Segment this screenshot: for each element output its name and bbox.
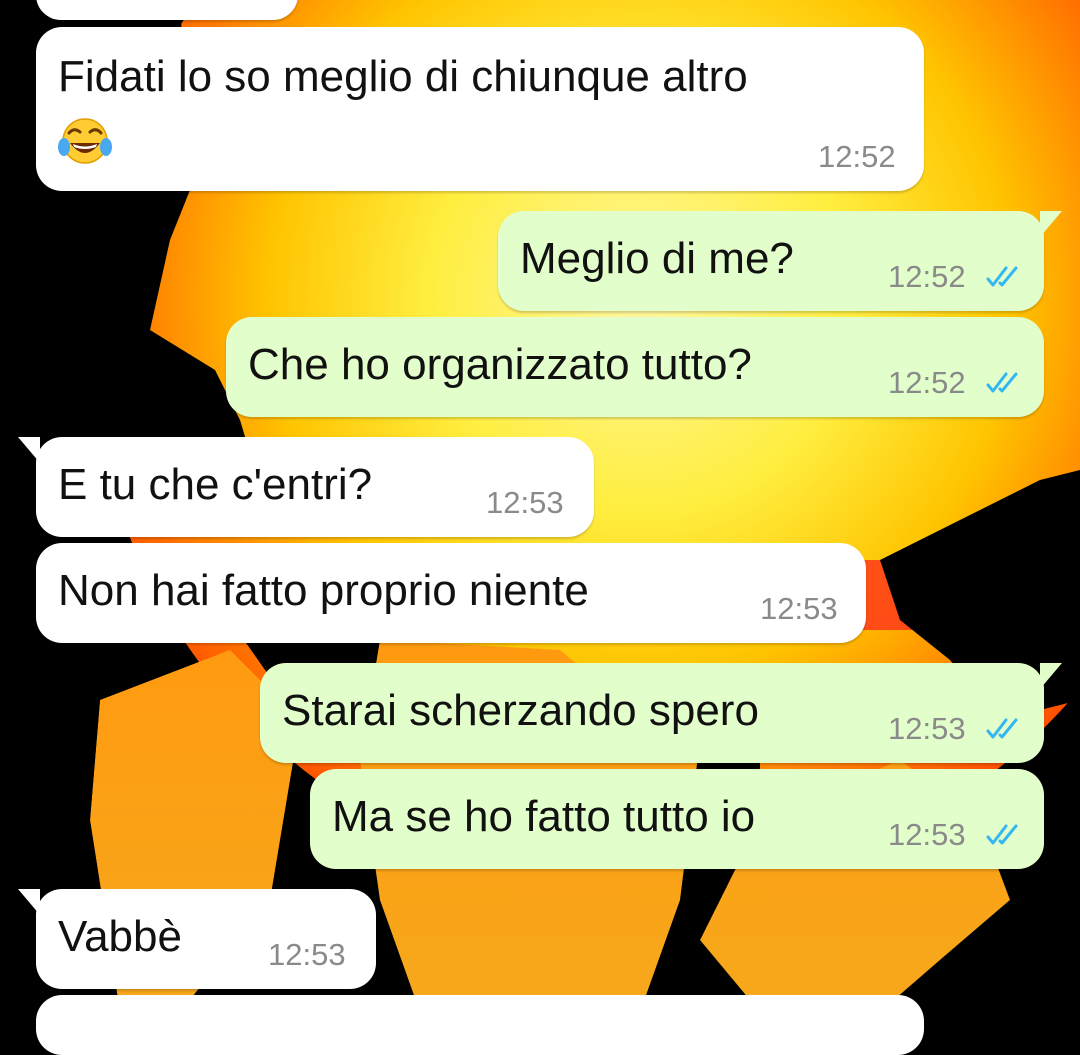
message-bubble-outgoing[interactable]: Che ho organizzato tutto? 12:52 bbox=[226, 317, 1044, 417]
face-with-tears-of-joy-icon bbox=[58, 118, 112, 164]
message-text: Non hai fatto proprio niente bbox=[58, 566, 589, 615]
message-bubble-outgoing[interactable]: Meglio di me? 12:52 bbox=[498, 211, 1062, 311]
message-bubble-outgoing[interactable]: Starai scherzando spero 12:53 bbox=[260, 663, 1062, 763]
message-text: Fidati lo so meglio di chiunque altro bbox=[58, 52, 748, 101]
message-timestamp: 12:52 bbox=[818, 139, 896, 174]
read-receipt-icon bbox=[986, 824, 1018, 845]
message-timestamp: 12:53 bbox=[760, 591, 838, 626]
message-text: Meglio di me? bbox=[520, 234, 794, 283]
message-timestamp: 12:53 bbox=[888, 817, 966, 852]
message-text: Vabbè bbox=[58, 912, 182, 961]
message-text: Che ho organizzato tutto? bbox=[248, 340, 752, 389]
message-bubble-incoming[interactable]: E tu che c'entri? 12:53 bbox=[18, 437, 594, 537]
read-receipt-icon bbox=[986, 266, 1018, 287]
message-text: E tu che c'entri? bbox=[58, 460, 373, 509]
message-bubble-incoming[interactable]: Fidati lo so meglio di chiunque altro 12… bbox=[36, 27, 924, 191]
message-bubble-outgoing[interactable]: Ma se ho fatto tutto io 12:53 bbox=[310, 769, 1044, 869]
message-bubble-incoming-partial-bottom[interactable] bbox=[36, 995, 924, 1055]
message-bubble-incoming[interactable]: Non hai fatto proprio niente 12:53 bbox=[36, 543, 866, 643]
message-timestamp: 12:52 bbox=[888, 259, 966, 294]
read-receipt-icon bbox=[986, 372, 1018, 393]
message-text: Starai scherzando spero bbox=[282, 686, 759, 735]
chat-conversation: Fidati lo so meglio di chiunque altro 12… bbox=[0, 0, 1080, 1055]
message-timestamp: 12:52 bbox=[888, 365, 966, 400]
message-timestamp: 12:53 bbox=[486, 485, 564, 520]
message-timestamp: 12:53 bbox=[888, 711, 966, 746]
message-text: Ma se ho fatto tutto io bbox=[332, 792, 756, 841]
read-receipt-icon bbox=[986, 718, 1018, 739]
message-bubble-incoming[interactable]: Vabbè 12:53 bbox=[18, 889, 376, 989]
message-timestamp: 12:53 bbox=[268, 937, 346, 972]
message-bubble-incoming-partial-top[interactable] bbox=[36, 0, 298, 20]
